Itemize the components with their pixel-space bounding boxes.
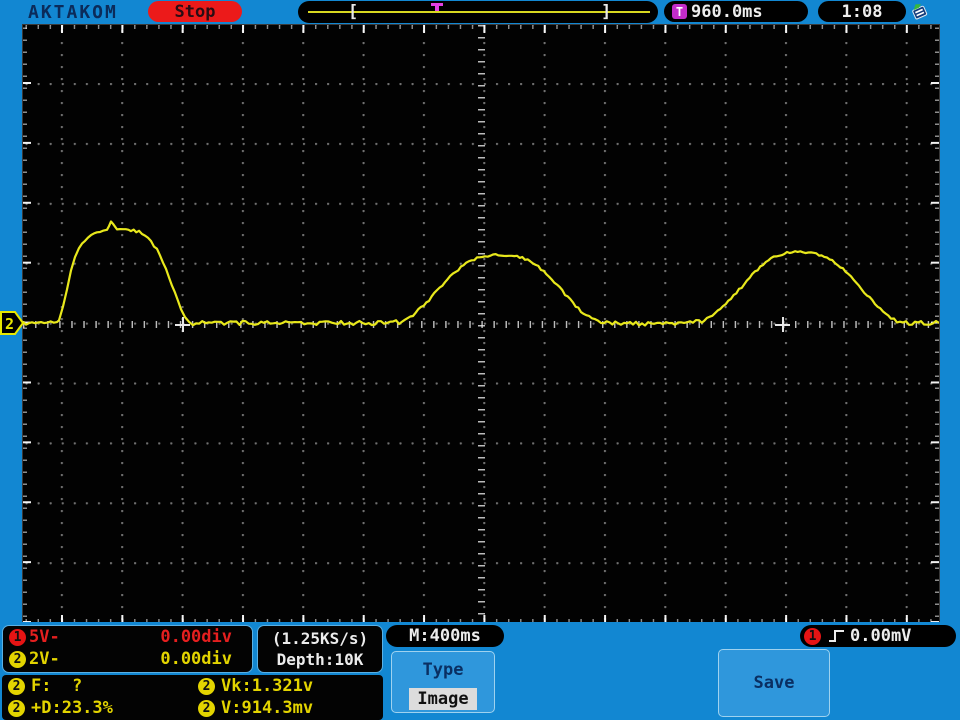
channel2-position-marker[interactable]: 2: [0, 310, 24, 336]
measurement-duty-value: +D:23.3%: [31, 698, 113, 718]
bottom-info-bar: 1 5V- 0.00div 2 2V- 0.00div (1.25KS/s) D…: [0, 622, 960, 720]
channel2-scale: 2V-: [29, 649, 60, 669]
view-window-left-bracket: [: [348, 2, 359, 22]
rising-edge-icon: [829, 630, 844, 642]
sample-rate-readout: (1.25KS/s): [271, 629, 369, 648]
channel1-badge: 1: [9, 628, 26, 646]
measurement-frequency-value: F: ?: [31, 676, 83, 696]
waveform-trace: [23, 220, 939, 327]
usb-storage-icon: [912, 4, 928, 20]
type-menu-button[interactable]: Type Image: [391, 651, 495, 713]
trigger-marker-stem: [435, 6, 439, 11]
acquisition-info-box: (1.25KS/s) Depth:10K: [257, 625, 383, 673]
save-button[interactable]: Save: [718, 649, 830, 717]
channel-settings-box: 1 5V- 0.00div 2 2V- 0.00div: [2, 625, 253, 673]
measurement-voltage-value: V:914.3mv: [221, 698, 314, 718]
measurement-channel-badge: 2: [8, 677, 25, 695]
channel2-badge: 2: [9, 650, 26, 668]
measurement-vk: 2 Vk:1.321v: [198, 676, 383, 696]
measurement-channel-badge: 2: [8, 699, 25, 717]
trigger-position-marker[interactable]: [431, 3, 443, 12]
measurement-channel-badge: 2: [198, 699, 215, 717]
channel1-offset: 0.00div: [160, 627, 232, 647]
trigger-time-value: 960.0ms: [691, 1, 763, 22]
view-window-right-bracket: ]: [601, 2, 612, 22]
measurements-box: 2 F: ? 2 Vk:1.321v 2 +D:23.3% 2 V:914.3m…: [2, 675, 383, 720]
trigger-t-icon: T: [672, 4, 687, 19]
trigger-level-readout: 1 0.00mV: [800, 625, 956, 647]
save-button-label: Save: [753, 673, 795, 693]
measurement-vk-value: Vk:1.321v: [221, 676, 314, 696]
type-menu-selected-value[interactable]: Image: [409, 688, 477, 710]
channel1-settings-row: 1 5V- 0.00div: [3, 626, 252, 648]
measurement-channel-badge: 2: [198, 677, 215, 695]
record-depth-readout: Depth:10K: [276, 650, 364, 669]
timebase-readout: M:400ms: [386, 625, 504, 647]
channel2-settings-row: 2 2V- 0.00div: [3, 648, 252, 670]
channel2-marker-label: 2: [5, 315, 14, 333]
memory-position-ruler: [ ]: [298, 1, 658, 23]
measurement-frequency: 2 F: ?: [8, 676, 198, 696]
measurement-duty: 2 +D:23.3%: [8, 698, 198, 718]
oscilloscope-display: [22, 24, 940, 624]
measurement-voltage: 2 V:914.3mv: [198, 698, 383, 718]
trigger-time-readout: T 960.0ms: [664, 1, 808, 22]
channel1-scale: 5V-: [29, 627, 60, 647]
trigger-level-value: 0.00mV: [850, 626, 912, 646]
type-menu-label: Type: [422, 660, 464, 680]
memory-line: [308, 11, 650, 13]
brand-logo: AKTAKOM: [28, 2, 118, 23]
channel2-offset: 0.00div: [160, 649, 232, 669]
top-status-bar: AKTAKOM Stop [ ] T 960.0ms 1:08: [0, 0, 960, 24]
trigger-source-badge: 1: [804, 627, 821, 645]
clock-readout: 1:08: [818, 1, 906, 22]
acquisition-status-badge: Stop: [148, 1, 242, 22]
